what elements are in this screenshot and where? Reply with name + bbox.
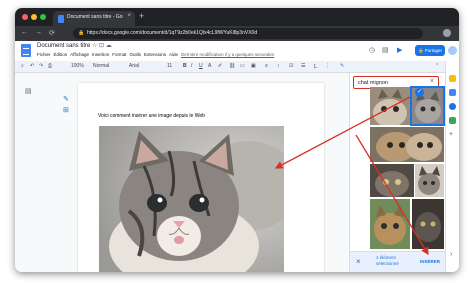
underline-button[interactable]: U bbox=[199, 63, 203, 69]
image-result-5[interactable] bbox=[415, 164, 444, 197]
image-result-7[interactable] bbox=[412, 199, 444, 249]
menu-bar: Fichier Édition Affichage Insertion Form… bbox=[37, 52, 274, 57]
maximize-window-button[interactable] bbox=[40, 14, 46, 20]
url-field[interactable]: 🔒 https://docs.google.com/document/d/1qT… bbox=[73, 28, 423, 39]
undo-icon[interactable]: ↶ bbox=[30, 63, 34, 69]
expand-rail-icon[interactable]: › bbox=[450, 251, 452, 258]
star-move-cloud-icons[interactable]: ☆ ⊡ ☁ bbox=[92, 42, 112, 49]
new-tab-button[interactable]: + bbox=[139, 11, 144, 21]
print-icon[interactable]: ⎙ bbox=[48, 63, 52, 69]
menu-edition[interactable]: Édition bbox=[54, 52, 68, 57]
address-bar-row: ← → ⟳ 🔒 https://docs.google.com/document… bbox=[15, 26, 459, 41]
url-text: https://docs.google.com/document/d/1qT9z… bbox=[87, 30, 258, 36]
clear-search-icon[interactable]: × bbox=[430, 78, 434, 85]
outline-icon[interactable]: ▤ bbox=[25, 87, 32, 95]
collapse-icon[interactable]: ⌃ bbox=[435, 63, 439, 69]
menu-aide[interactable]: Aide bbox=[169, 52, 178, 57]
docs-logo-icon[interactable] bbox=[21, 44, 31, 57]
line-spacing-icon[interactable]: ↕ bbox=[277, 63, 280, 69]
forward-icon[interactable]: → bbox=[35, 29, 42, 36]
zoom-select[interactable]: 100% bbox=[71, 63, 84, 69]
style-select[interactable]: Normal bbox=[93, 63, 109, 69]
font-size-field[interactable]: 11 bbox=[167, 63, 172, 69]
browser-profile-avatar[interactable] bbox=[443, 29, 451, 37]
keep-icon[interactable] bbox=[449, 75, 456, 82]
tab-strip: Document sans titre - Google × + bbox=[15, 8, 459, 26]
italic-button[interactable]: I bbox=[191, 63, 192, 69]
history-icon[interactable]: ◷ bbox=[369, 46, 375, 54]
last-edit-link[interactable]: Dernière modification il y a quelques se… bbox=[181, 52, 274, 57]
image-icon[interactable]: ▣ bbox=[251, 63, 256, 69]
menu-format[interactable]: Format bbox=[112, 52, 126, 57]
inserted-kitten-image[interactable] bbox=[99, 126, 284, 272]
tasks-icon[interactable] bbox=[449, 89, 456, 96]
tab-docs[interactable]: Document sans titre - Google × bbox=[53, 11, 135, 26]
comments-icon[interactable]: ▤ bbox=[382, 46, 389, 54]
menu-extensions[interactable]: Extensions bbox=[144, 52, 166, 57]
insert-bar: × 1 élément sélectionné INSÉRER bbox=[350, 251, 446, 272]
meet-icon[interactable]: ▶ bbox=[397, 46, 402, 54]
docs-header: Document sans titre ☆ ⊡ ☁ Fichier Éditio… bbox=[15, 41, 459, 61]
browser-window: Document sans titre - Google × + ← → ⟳ 🔒… bbox=[15, 8, 459, 272]
menu-fichier[interactable]: Fichier bbox=[37, 52, 51, 57]
checklist-icon[interactable]: ☑ bbox=[289, 63, 293, 69]
close-window-button[interactable] bbox=[22, 14, 28, 20]
image-result-1[interactable] bbox=[370, 87, 410, 125]
user-avatar[interactable] bbox=[448, 46, 457, 55]
comment-icon[interactable]: ▭ bbox=[240, 63, 245, 69]
contacts-icon[interactable] bbox=[449, 103, 456, 110]
document-body-text[interactable]: Voici comment insérer une image depuis l… bbox=[98, 113, 205, 119]
image-result-3[interactable] bbox=[370, 127, 444, 162]
docs-favicon-icon bbox=[58, 15, 64, 23]
tab-title: Document sans titre - Google bbox=[67, 14, 123, 20]
paint-format-icon[interactable]: ✎ bbox=[63, 95, 69, 103]
image-result-6[interactable] bbox=[370, 199, 410, 249]
search-menus-icon[interactable]: ⌕ bbox=[21, 63, 24, 69]
reload-icon[interactable]: ⟳ bbox=[49, 29, 55, 37]
document-canvas: ▤ ✎ ⊞ Voici comment insérer une image de… bbox=[15, 73, 349, 272]
highlight-icon[interactable]: ✐ bbox=[218, 63, 222, 69]
maps-icon[interactable] bbox=[449, 117, 456, 124]
minimize-window-button[interactable] bbox=[31, 14, 37, 20]
numbered-list-icon[interactable]: ⒈ bbox=[313, 63, 318, 70]
menu-affichage[interactable]: Affichage bbox=[70, 52, 89, 57]
side-rail: + › bbox=[445, 61, 459, 272]
bullets-icon[interactable]: ☰ bbox=[301, 63, 305, 69]
text-color-button[interactable]: A bbox=[208, 63, 211, 69]
back-icon[interactable]: ← bbox=[21, 29, 28, 36]
selected-check-icon: ✓ bbox=[415, 88, 424, 97]
redo-icon[interactable]: ↷ bbox=[39, 63, 43, 69]
document-title[interactable]: Document sans titre bbox=[37, 43, 90, 49]
more-icon[interactable]: ⋮ bbox=[325, 63, 330, 69]
bold-button[interactable]: B bbox=[183, 63, 187, 69]
editing-mode-icon[interactable]: ✎ bbox=[340, 63, 344, 69]
add-addon-icon[interactable]: + bbox=[449, 131, 453, 138]
font-select[interactable]: Arial bbox=[129, 63, 139, 69]
lock-icon: 🔒 bbox=[78, 30, 85, 36]
close-panel-icon[interactable]: × bbox=[356, 257, 361, 266]
image-search-query[interactable]: chat mignon bbox=[358, 80, 388, 86]
link-icon[interactable]: ⛓ bbox=[229, 63, 235, 69]
share-button[interactable]: 🔒 Partager bbox=[415, 45, 445, 56]
menu-insertion[interactable]: Insertion bbox=[92, 52, 109, 57]
tab-close-icon[interactable]: × bbox=[127, 13, 131, 19]
menu-outils[interactable]: Outils bbox=[130, 52, 142, 57]
image-result-4[interactable] bbox=[370, 164, 414, 197]
insert-button[interactable]: INSÉRER bbox=[420, 259, 440, 264]
align-icon[interactable]: ≡ bbox=[265, 63, 268, 69]
image-search-panel: chat mignon × ✓ × 1 élément sélectionné bbox=[349, 73, 446, 272]
formatting-toolbar: ⌕ ↶ ↷ ⎙ 100% Normal Arial 11 B I U A ✐ ⛓… bbox=[15, 61, 459, 73]
document-page[interactable]: Voici comment insérer une image depuis l… bbox=[78, 83, 324, 272]
add-image-icon[interactable]: ⊞ bbox=[63, 106, 69, 114]
selection-count: 1 élément sélectionné bbox=[376, 255, 399, 266]
